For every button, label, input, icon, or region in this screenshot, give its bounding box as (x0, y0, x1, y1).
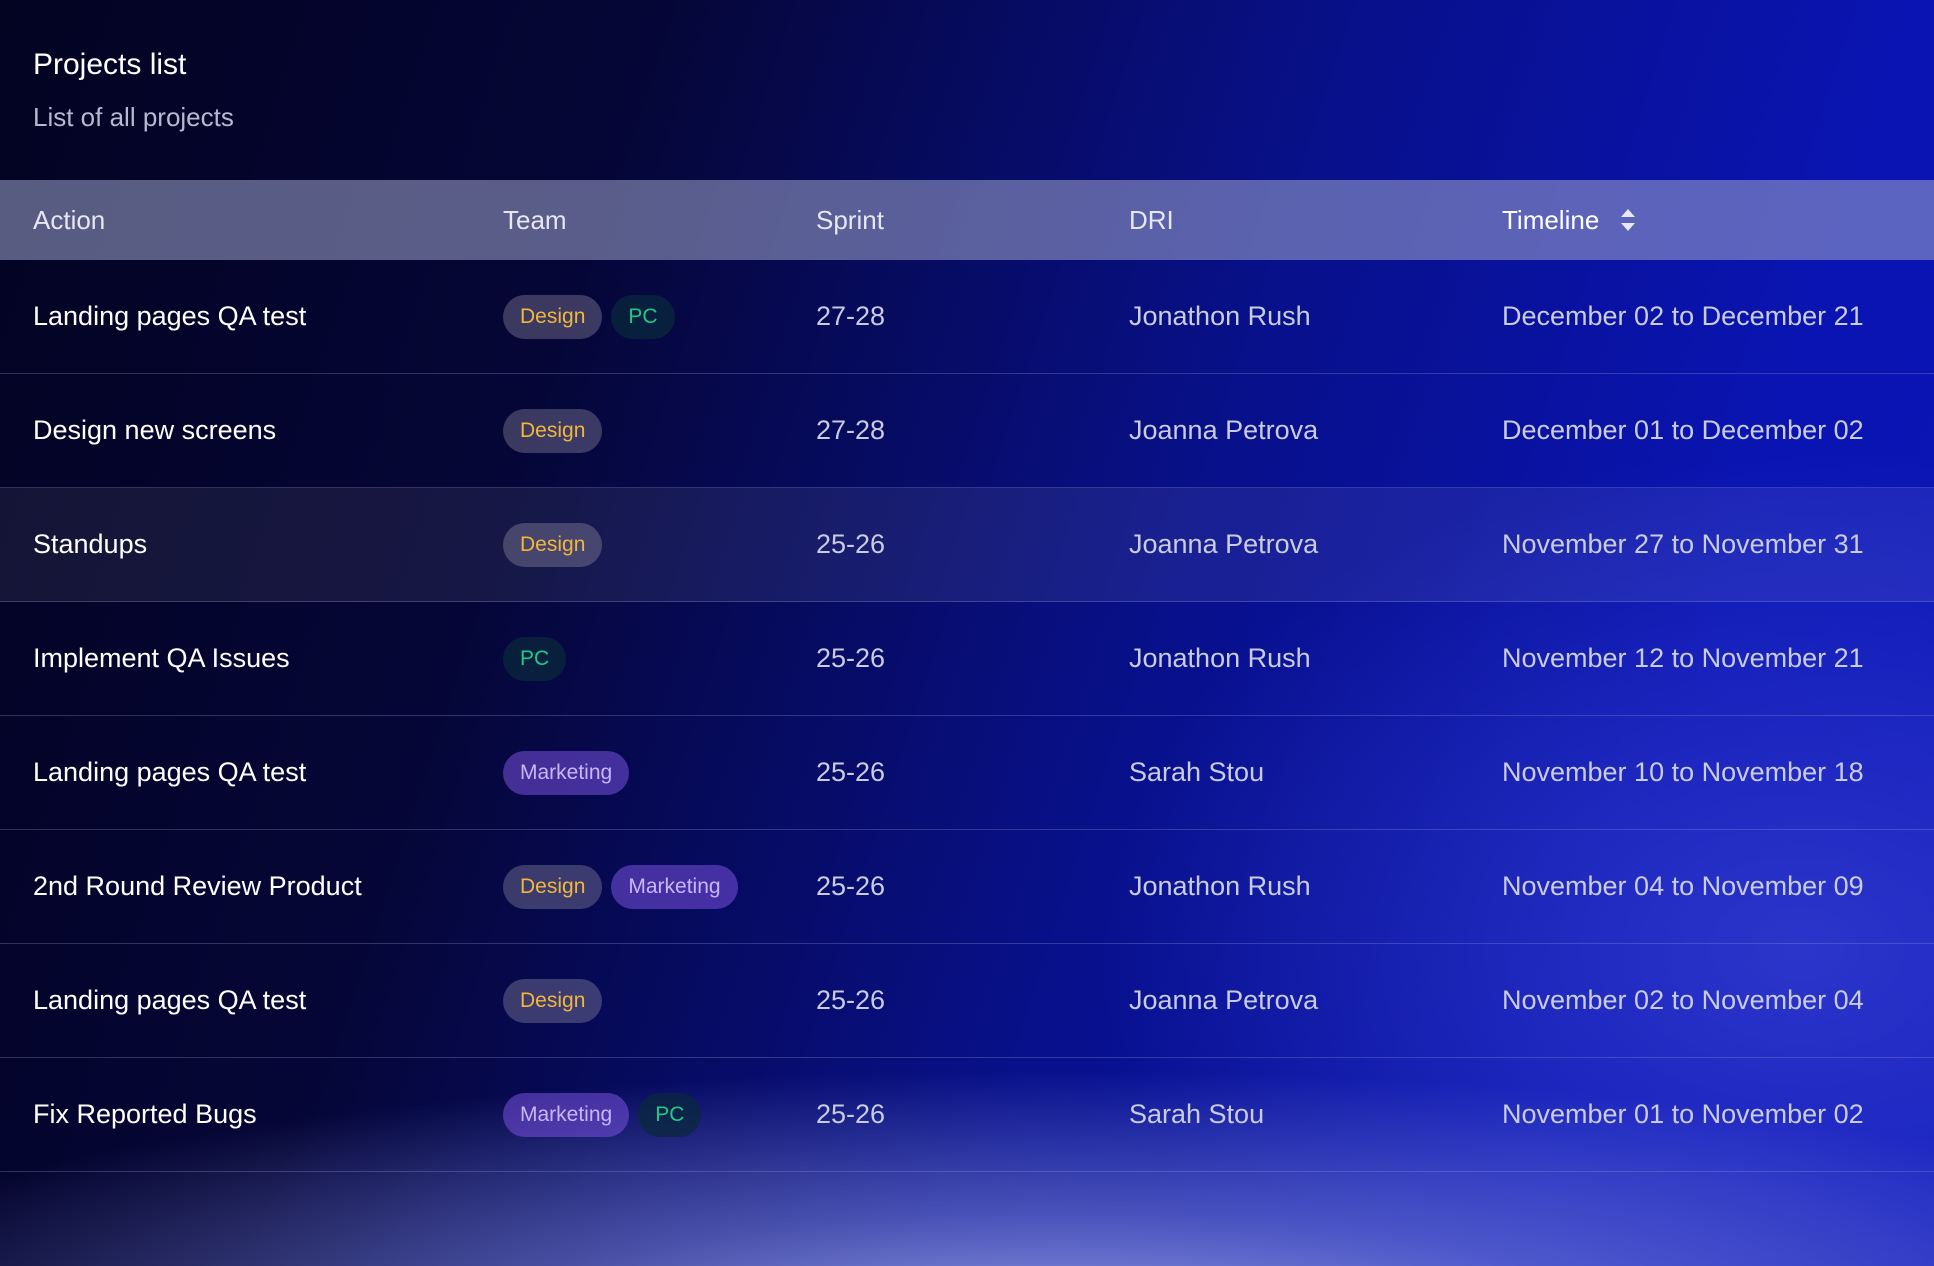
table-row[interactable]: Landing pages QA test Design 25-26 Joanna P… (0, 944, 1934, 1058)
table-row[interactable]: Landing pages QA test Design PC 27-28 Jonath… (0, 260, 1934, 374)
timeline-cell: November 01 to November 02 (1502, 1099, 1864, 1129)
projects-page: Projects list List of all projects Actio… (0, 0, 1934, 1266)
team-cell: PC (503, 602, 567, 715)
team-cell: Design (503, 374, 603, 487)
column-header-dri[interactable]: DRI (1129, 205, 1174, 236)
dri-cell: Jonathon Rush (1129, 643, 1311, 673)
team-tag-design: Design (503, 864, 603, 909)
table-row[interactable]: 2nd Round Review Product Design Marketing 2… (0, 830, 1934, 944)
sort-icon[interactable] (1621, 209, 1636, 231)
column-header-timeline-label: Timeline (1502, 204, 1600, 235)
table-row[interactable]: Fix Reported Bugs Marketing PC 25-26 Sarah S… (0, 1058, 1934, 1172)
team-cell: Marketing PC (503, 1058, 702, 1171)
dri-cell: Joanna Petrova (1129, 415, 1319, 445)
team-cell: Design Marketing (503, 830, 738, 943)
column-header-action[interactable]: Action (33, 205, 105, 236)
team-cell: Design (503, 488, 603, 601)
team-tag-pc: PC (638, 1092, 702, 1137)
column-header-sprint[interactable]: Sprint (816, 205, 884, 236)
action-cell: Fix Reported Bugs (33, 1099, 257, 1129)
timeline-cell: December 01 to December 02 (1502, 415, 1864, 445)
table-row[interactable]: Landing pages QA test Marketing 25-26 Sarah… (0, 716, 1934, 830)
sprint-cell: 25-26 (816, 757, 886, 787)
dri-cell: Sarah Stou (1129, 757, 1265, 787)
table-row[interactable]: Implement QA Issues PC 25-26 Jonathon Rush N… (0, 602, 1934, 716)
table-header: Action Team Sprint DRI Timeline (0, 180, 1934, 260)
timeline-cell: December 02 to December 21 (1502, 301, 1864, 331)
timeline-cell: November 27 to November 31 (1502, 529, 1864, 559)
team-tag-design: Design (503, 408, 603, 453)
sprint-cell: 25-26 (816, 1099, 886, 1129)
team-tag-design: Design (503, 978, 603, 1023)
page-title: Projects list (33, 48, 187, 81)
sprint-cell: 25-26 (816, 529, 886, 559)
timeline-cell: November 10 to November 18 (1502, 757, 1864, 787)
table-row[interactable]: Design new screens Design 27-28 Joanna Petr… (0, 374, 1934, 488)
sprint-cell: 25-26 (816, 643, 886, 673)
action-cell: Standups (33, 529, 148, 559)
column-header-team[interactable]: Team (503, 205, 567, 236)
dri-cell: Jonathon Rush (1129, 301, 1311, 331)
timeline-cell: November 02 to November 04 (1502, 985, 1864, 1015)
team-tag-pc: PC (503, 636, 567, 681)
dri-cell: Jonathon Rush (1129, 871, 1311, 901)
page-header: Projects list List of all projects (33, 44, 234, 134)
team-cell: Marketing (503, 716, 630, 829)
action-cell: Landing pages QA test (33, 301, 307, 331)
action-cell: 2nd Round Review Product (33, 871, 362, 901)
sprint-cell: 27-28 (816, 301, 886, 331)
action-cell: Design new screens (33, 415, 277, 445)
team-tag-marketing: Marketing (611, 864, 738, 909)
team-tag-marketing: Marketing (503, 1092, 630, 1137)
action-cell: Landing pages QA test (33, 757, 307, 787)
timeline-cell: November 04 to November 09 (1502, 871, 1864, 901)
dri-cell: Sarah Stou (1129, 1099, 1265, 1129)
team-tag-design: Design (503, 522, 603, 567)
dri-cell: Joanna Petrova (1129, 985, 1319, 1015)
team-cell: Design PC (503, 260, 675, 373)
dri-cell: Joanna Petrova (1129, 529, 1319, 559)
table-row[interactable]: Standups Design 25-26 Joanna Petrova Novembe… (0, 488, 1934, 602)
column-header-timeline[interactable]: Timeline (1502, 204, 1636, 236)
team-cell: Design (503, 944, 603, 1057)
team-tag-pc: PC (611, 294, 675, 339)
action-cell: Implement QA Issues (33, 643, 290, 673)
action-cell: Landing pages QA test (33, 985, 307, 1015)
team-tag-marketing: Marketing (503, 750, 630, 795)
projects-table: Action Team Sprint DRI Timeline Landing … (0, 180, 1934, 1172)
timeline-cell: November 12 to November 21 (1502, 643, 1864, 673)
sprint-cell: 27-28 (816, 415, 886, 445)
table-body: Landing pages QA test Design PC 27-28 Jonath… (0, 260, 1934, 1172)
sprint-cell: 25-26 (816, 985, 886, 1015)
team-tag-design: Design (503, 294, 603, 339)
page-subtitle: List of all projects (33, 102, 234, 132)
sprint-cell: 25-26 (816, 871, 886, 901)
